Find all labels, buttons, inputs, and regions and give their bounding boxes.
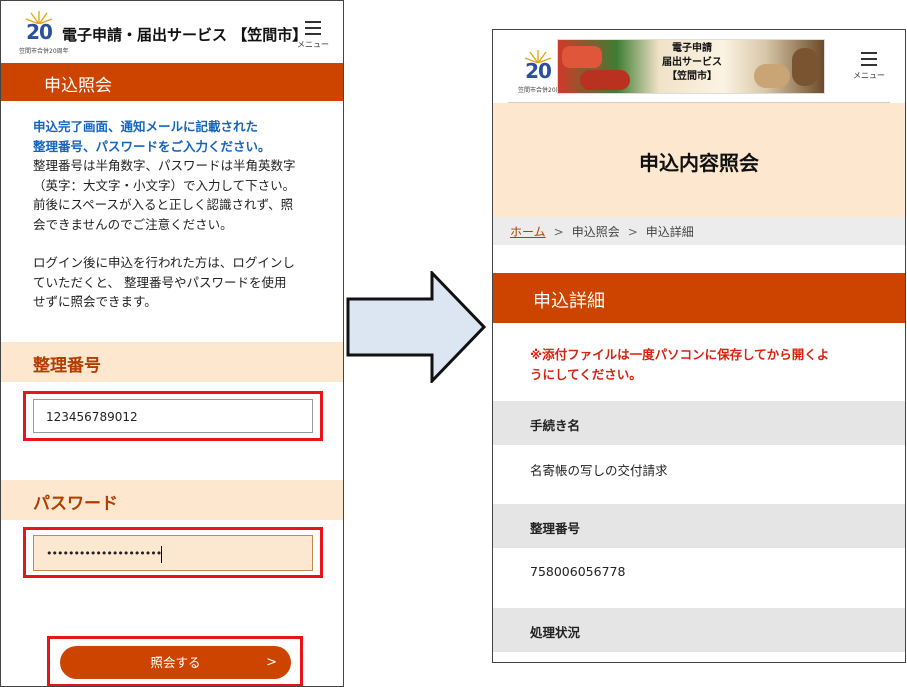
logo-tagline: 笠間市合併20周年 [518,87,568,94]
menu-label: メニュー [297,40,329,49]
banner-line: 届出サービス [662,57,722,68]
banner-caption: 電子申請 届出サービス 【笠間市】 [648,42,736,84]
instruction-text: 申込完了画面、通知メールに記載された 整理番号、パスワードをご入力ください。 整… [33,117,323,312]
instruction-line: 会できませんのでご注意ください。 [33,216,233,232]
password-mask: ••••••••••••••••••••• [46,547,162,560]
right-header: 20 笠間市合併20周年 電子申請 届出サービス 【笠間市】 メニュー [493,30,905,103]
page-title: 申込内容照会 [639,151,759,175]
attachment-notice: ※添付ファイルは一度パソコンに保存してから開くよ うにしてください。 [530,345,875,385]
instruction-line: （英字：大文字・小文字）で入力して下さい。 [33,177,296,193]
instruction-highlight-1: 申込完了画面、通知メールに記載された [33,119,259,134]
breadcrumb-separator: > [553,225,564,239]
logo-number: 20 [525,59,552,83]
breadcrumb-inquiry: 申込照会 [571,225,620,239]
instruction-highlight-2: 整理番号、パスワードをご入力ください。 [33,138,271,154]
procedure-name-value: 名寄帳の写しの交付請求 [530,463,668,478]
reference-number-label: 整理番号 [493,504,905,548]
instruction-line: せずに照会できます。 [33,294,157,309]
right-phone-screen: 20 笠間市合併20周年 電子申請 届出サービス 【笠間市】 メニュー 申込内容… [492,29,906,663]
breadcrumb-detail: 申込詳細 [645,225,694,239]
breadcrumb: ホーム > 申込照会 > 申込詳細 [493,217,905,245]
chevron-right-icon: > [266,655,277,670]
procedure-name-label: 手続き名 [493,401,905,445]
left-phone-screen: 20 笠間市合併20周年 電子申請・届出サービス 【笠間市】 メニュー 申込照会… [0,0,344,687]
status-label: 処理状況 [493,608,905,652]
notice-line: ※添付ファイルは一度パソコンに保存してから開くよ [530,347,830,362]
breadcrumb-separator: > [627,225,638,239]
reference-number-value: 758006056778 [530,564,626,579]
instruction-line: 整理番号は半角数字、パスワードは半角英数字 [33,158,296,173]
instruction-line: 前後にスペースが入ると正しく認識されず、照 [33,197,294,212]
hamburger-icon [861,52,877,66]
left-header: 20 笠間市合併20周年 電子申請・届出サービス 【笠間市】 メニュー [1,1,343,63]
logo-tagline: 笠間市合併20周年 [19,48,69,55]
city-logo[interactable]: 20 笠間市合併20周年 [19,10,69,56]
service-title[interactable]: 電子申請・届出サービス 【笠間市】 [62,24,307,45]
page-title-banner: 申込照会 [1,63,343,101]
submit-label: 照会する [150,655,201,670]
detail-section-title: 申込詳細 [493,273,905,323]
password-input[interactable]: ••••••••••••••••••••• [33,535,313,571]
instruction-line: ていただくと、 整理番号やパスワードを使用 [33,274,287,290]
banner-line: 電子申請 [672,43,712,54]
city-logo[interactable]: 20 笠間市合併20周年 [518,49,568,95]
breadcrumb-home-link[interactable]: ホーム [510,225,546,239]
submit-inquiry-button[interactable]: 照会する > [60,646,291,679]
instruction-line: ログイン後に申込を行われた方は、ログインし [33,255,295,270]
text-caret [161,545,163,563]
password-label: パスワード [1,480,343,520]
service-banner-image[interactable]: 電子申請 届出サービス 【笠間市】 [557,39,825,94]
menu-label: メニュー [853,71,885,80]
right-arrow-icon [346,271,486,383]
menu-button[interactable]: メニュー [295,21,331,55]
banner-line: 【笠間市】 [667,71,717,82]
notice-line: うにしてください。 [530,367,642,382]
reference-number-label: 整理番号 [1,342,343,382]
page-hero: 申込内容照会 [493,103,905,217]
logo-number: 20 [26,20,53,44]
menu-button[interactable]: メニュー [851,52,887,86]
hamburger-icon [305,21,321,35]
reference-number-input[interactable]: 123456789012 [33,399,313,433]
